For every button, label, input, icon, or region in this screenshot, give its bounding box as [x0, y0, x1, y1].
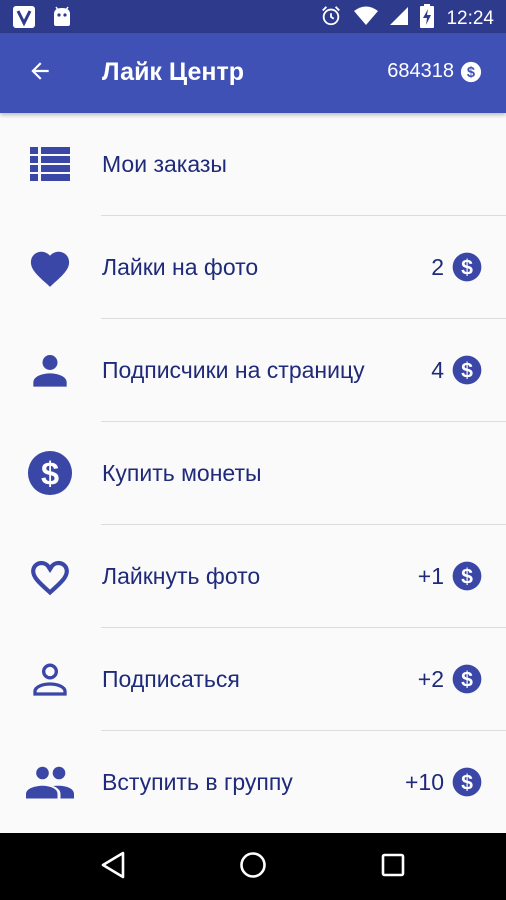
menu-item-photo-likes[interactable]: Лайки на фото 2 $ — [0, 216, 506, 319]
list-icon — [26, 140, 74, 188]
nav-recents-button[interactable] — [375, 849, 411, 885]
arrow-back-icon — [27, 58, 53, 89]
menu-item-label: Подписаться — [102, 666, 240, 692]
svg-text:$: $ — [461, 668, 473, 692]
cost-value: +2 — [417, 665, 444, 692]
nav-back-button[interactable] — [95, 849, 131, 885]
cost-value: 4 — [431, 356, 444, 383]
menu-item-label: Мои заказы — [102, 151, 227, 177]
person-outline-icon — [26, 655, 74, 703]
page-title: Лайк Центр — [102, 58, 244, 86]
coin-balance: 684318 $ — [387, 60, 482, 83]
menu-item-buy-coins[interactable]: $ Купить монеты — [0, 422, 506, 525]
item-cost: +1 $ — [418, 561, 482, 591]
menu-list: Мои заказы Лайки на фото 2 $ Подписчики … — [0, 113, 506, 833]
wifi-icon — [354, 6, 379, 31]
item-cost: 4 $ — [431, 355, 482, 385]
app-screen: 12:24 Лайк Центр 684318 $ Мои заказы Лай… — [0, 0, 506, 900]
person-filled-icon — [26, 346, 74, 394]
item-cost: +10 $ — [405, 767, 482, 797]
recents-square-icon — [379, 851, 407, 884]
group-icon — [26, 758, 74, 806]
cost-value: +1 — [417, 562, 444, 589]
menu-item-label: Лайкнуть фото — [102, 563, 261, 589]
menu-item-label: Купить монеты — [102, 460, 262, 486]
menu-item-subscribe[interactable]: Подписаться +2 $ — [0, 628, 506, 731]
svg-text:$: $ — [467, 65, 475, 81]
menu-item-like-photo[interactable]: Лайкнуть фото +1 $ — [0, 525, 506, 628]
status-time: 12:24 — [446, 8, 494, 29]
menu-item-label: Вступить в группу — [102, 769, 293, 795]
home-circle-icon — [238, 850, 268, 885]
back-button[interactable] — [22, 55, 58, 91]
coin-icon: $ — [452, 561, 482, 591]
battery-charging-icon — [420, 4, 435, 33]
status-bar: 12:24 — [0, 0, 506, 33]
nav-home-button[interactable] — [235, 849, 271, 885]
coin-icon: $ — [460, 61, 482, 83]
vpn-app-icon — [12, 5, 36, 34]
coin-icon: $ — [452, 355, 482, 385]
coin-icon: $ — [452, 664, 482, 694]
menu-item-page-followers[interactable]: Подписчики на страницу 4 $ — [0, 319, 506, 422]
menu-item-label: Лайки на фото — [102, 254, 259, 280]
android-icon — [50, 6, 74, 33]
coin-icon: $ — [452, 252, 482, 282]
alarm-icon — [320, 5, 342, 32]
coin-icon: $ — [452, 767, 482, 797]
item-cost: +2 $ — [418, 664, 482, 694]
item-cost: 2 $ — [431, 252, 482, 282]
heart-outline-icon — [26, 552, 74, 600]
heart-filled-icon — [26, 243, 74, 291]
svg-text:$: $ — [461, 565, 473, 589]
back-triangle-icon — [99, 850, 127, 885]
svg-text:$: $ — [41, 456, 59, 492]
svg-text:$: $ — [461, 359, 473, 383]
cost-value: 2 — [431, 253, 444, 280]
menu-item-my-orders[interactable]: Мои заказы — [0, 113, 506, 216]
svg-text:$: $ — [461, 771, 473, 795]
signal-icon — [390, 6, 409, 31]
menu-item-label: Подписчики на страницу — [102, 357, 365, 383]
toolbar: Лайк Центр 684318 $ — [0, 33, 506, 113]
balance-value: 684318 — [387, 60, 454, 82]
svg-text:$: $ — [461, 256, 473, 280]
system-nav-bar — [0, 833, 506, 900]
coin-large-icon: $ — [26, 449, 74, 497]
menu-item-join-group[interactable]: Вступить в группу +10 $ — [0, 731, 506, 833]
cost-value: +10 — [404, 768, 444, 795]
